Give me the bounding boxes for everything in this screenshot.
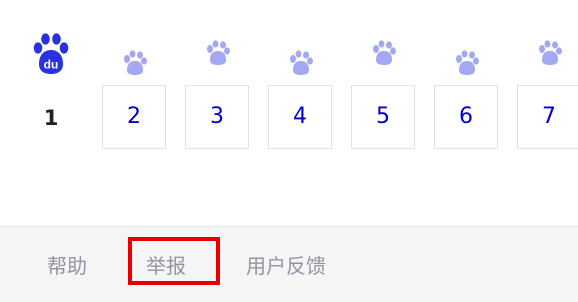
page-link-5[interactable]: 5 [351,30,417,152]
logo-text: du [44,58,59,72]
current-page-number: 1 [43,106,59,130]
paw-icon [539,40,562,65]
paw-icon [290,50,313,75]
page-number-box[interactable]: 4 [268,85,332,149]
paw-icon [456,50,479,75]
footer-link-feedback[interactable]: 用户反馈 [246,251,326,281]
paw-icon [124,50,147,75]
page-number-box[interactable]: 5 [351,85,415,149]
paw-icon [373,40,396,65]
footer-link-report[interactable]: 举报 [146,251,186,281]
page-link-3[interactable]: 3 [185,30,251,152]
baidu-paw-logo-icon: du [33,33,69,74]
footer: 帮助 举报 用户反馈 [0,226,578,302]
page-link-6[interactable]: 6 [434,30,500,152]
page-link-7[interactable]: 7 [517,30,578,152]
page-number-box[interactable]: 7 [517,85,578,149]
page-link-4[interactable]: 4 [268,30,334,152]
pagination: du 1 2 3 4 5 6 7 [0,0,578,226]
page-number-box[interactable]: 2 [102,85,166,149]
page-number-box[interactable]: 3 [185,85,249,149]
page-number-box[interactable]: 6 [434,85,498,149]
paw-icon [207,40,230,65]
page-link-2[interactable]: 2 [102,30,168,152]
footer-link-help[interactable]: 帮助 [47,251,87,281]
pagination-current: du 1 [18,30,84,152]
